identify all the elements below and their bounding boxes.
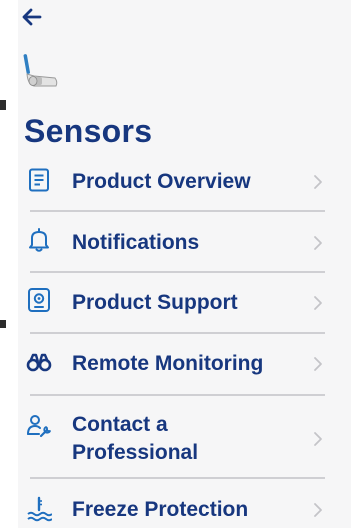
document-list-icon	[29, 168, 49, 192]
menu-item-product-support[interactable]: Product Support	[18, 283, 351, 323]
menu-item-contact-a-professional[interactable]: Contact a Professional	[18, 404, 351, 466]
left-edge-strip	[0, 0, 6, 528]
page-title: Sensors	[24, 113, 153, 149]
sensors-panel: Sensors Product Overview Notifications P…	[18, 0, 351, 528]
tablet-gear-icon	[28, 288, 50, 312]
divider	[30, 394, 325, 396]
chevron-right-icon	[314, 503, 322, 517]
left-edge-fragment	[0, 100, 6, 110]
menu-item-label: Product Overview	[72, 170, 251, 193]
chevron-right-icon	[314, 175, 322, 189]
menu-item-remote-monitoring[interactable]: Remote Monitoring	[18, 344, 351, 384]
menu-item-notifications[interactable]: Notifications	[18, 222, 351, 262]
chevron-right-icon	[314, 357, 322, 371]
water-temperature-icon	[27, 496, 52, 522]
menu-item-label-line1: Contact a	[72, 413, 168, 436]
menu-item-product-overview[interactable]: Product Overview	[18, 163, 351, 201]
bell-icon	[29, 228, 49, 252]
menu-item-label: Remote Monitoring	[72, 352, 264, 375]
chevron-right-icon	[314, 236, 322, 250]
chevron-right-icon	[314, 296, 322, 310]
menu-item-label-line2: Professional	[72, 441, 199, 464]
divider	[30, 210, 325, 212]
divider	[30, 332, 325, 334]
divider	[30, 477, 325, 479]
menu-item-freeze-protection[interactable]: Freeze Protection	[18, 490, 351, 528]
divider	[30, 271, 325, 273]
left-edge-fragment	[0, 320, 6, 328]
chevron-right-icon	[314, 432, 322, 446]
sensor-product-image	[22, 52, 60, 92]
menu-item-label: Notifications	[72, 231, 200, 254]
back-button[interactable]	[20, 6, 44, 28]
menu-item-label: Freeze Protection	[72, 498, 249, 521]
binoculars-icon	[26, 353, 52, 372]
menu-item-label: Product Support	[72, 291, 238, 314]
person-wrench-icon	[27, 415, 51, 438]
arrow-left-icon	[22, 8, 42, 26]
